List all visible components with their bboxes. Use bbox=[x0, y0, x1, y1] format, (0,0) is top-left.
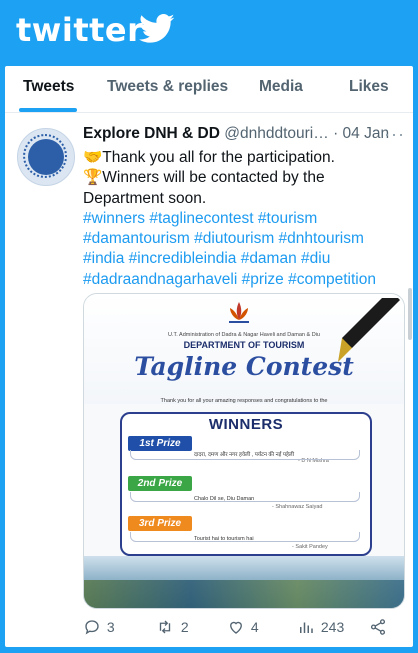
tweet-text-line: 🏆Winners will be contacted by the bbox=[83, 169, 325, 187]
poster-thanks: Thank you for all your amazing responses… bbox=[160, 398, 328, 404]
avatar-seal bbox=[28, 139, 64, 175]
tweet-date[interactable]: 04 Jan bbox=[343, 125, 390, 142]
prize-winner-3: - Sakit Pandey bbox=[292, 544, 328, 550]
view-count: 243 bbox=[320, 619, 345, 636]
tab-tweets[interactable]: Tweets bbox=[23, 78, 74, 96]
reply-count: 3 bbox=[106, 619, 115, 636]
retweet-count: 2 bbox=[180, 619, 189, 636]
hashtag-line[interactable]: #damantourism #diutourism #dnhtourism bbox=[83, 229, 403, 249]
prize-divider bbox=[130, 532, 360, 542]
coastal-scene-image bbox=[84, 556, 404, 608]
profile-timeline-card: Tweets Tweets & replies Media Likes Expl… bbox=[5, 66, 413, 647]
hashtag-line[interactable]: #winners #taglinecontest #tourism bbox=[83, 209, 403, 229]
tab-media[interactable]: Media bbox=[259, 78, 303, 96]
avatar[interactable] bbox=[17, 128, 75, 186]
tweet-text-line: Department soon. bbox=[83, 189, 207, 207]
reply-button[interactable]: 3 bbox=[83, 618, 115, 636]
winners-panel: WINNERS 1st Prize दादरा, दमण और नगर हवेल… bbox=[120, 412, 372, 556]
poster-header: U.T. Administration of Dadra & Nagar Hav… bbox=[84, 294, 404, 404]
prize-divider bbox=[130, 450, 360, 460]
share-button[interactable] bbox=[369, 618, 387, 636]
poster-title: Tagline Contest bbox=[134, 352, 354, 381]
tweet-action-bar: 3 2 4 243 bbox=[5, 616, 413, 642]
prize-divider bbox=[130, 492, 360, 502]
tweet-media-image[interactable]: U.T. Administration of Dadra & Nagar Hav… bbox=[83, 293, 405, 609]
twitter-logo[interactable]: twitter bbox=[16, 11, 143, 49]
poster-gov-text: U.T. Administration of Dadra & Nagar Hav… bbox=[168, 332, 320, 338]
active-tab-indicator bbox=[19, 108, 77, 112]
like-count: 4 bbox=[250, 619, 259, 636]
more-options-icon[interactable]: ··· bbox=[384, 124, 405, 145]
prize-winner-2: - Shahnawaz Saiyad bbox=[272, 504, 323, 510]
views-button[interactable]: 243 bbox=[297, 618, 344, 636]
prize-badge-1: 1st Prize bbox=[128, 436, 192, 451]
author-name[interactable]: Explore DNH & DD bbox=[83, 125, 220, 142]
heart-icon bbox=[230, 622, 242, 635]
shoreline-graphic bbox=[84, 580, 404, 608]
prize-badge-2: 2nd Prize bbox=[128, 476, 192, 491]
tweet-text-line: 🤝Thank you all for the participation. bbox=[83, 149, 335, 166]
retweet-icon bbox=[159, 620, 171, 634]
app-header: twitter bbox=[0, 0, 418, 66]
poster-department: DEPARTMENT OF TOURISM bbox=[183, 340, 305, 350]
profile-tabs: Tweets Tweets & replies Media Likes bbox=[5, 66, 413, 113]
lotus-logo-icon bbox=[229, 302, 249, 323]
hashtag-line[interactable]: #dadraandnagarhaveli #prize #competition bbox=[83, 270, 403, 290]
winners-heading: WINNERS bbox=[208, 416, 284, 433]
separator-dot: · bbox=[333, 125, 339, 142]
views-chart-icon bbox=[300, 622, 313, 634]
author-handle[interactable]: @dnhddtouri… bbox=[224, 125, 329, 142]
tweet-header: Explore DNH & DD @dnhddtouri… · 04 Jan bbox=[83, 125, 405, 143]
tab-likes[interactable]: Likes bbox=[349, 78, 389, 96]
prize-badge-3: 3rd Prize bbox=[128, 516, 192, 531]
hashtag-line[interactable]: #india #incredibleindia #daman #diu bbox=[83, 249, 403, 269]
scrollbar[interactable] bbox=[408, 288, 412, 340]
tab-tweets-replies[interactable]: Tweets & replies bbox=[107, 78, 228, 96]
like-button[interactable]: 4 bbox=[227, 618, 259, 636]
share-icon bbox=[370, 619, 386, 636]
tweet-text: 🤝Thank you all for the participation. 🏆W… bbox=[83, 148, 403, 290]
reply-icon bbox=[85, 620, 99, 635]
retweet-button[interactable]: 2 bbox=[155, 618, 189, 636]
twitter-bird-icon bbox=[139, 14, 175, 43]
